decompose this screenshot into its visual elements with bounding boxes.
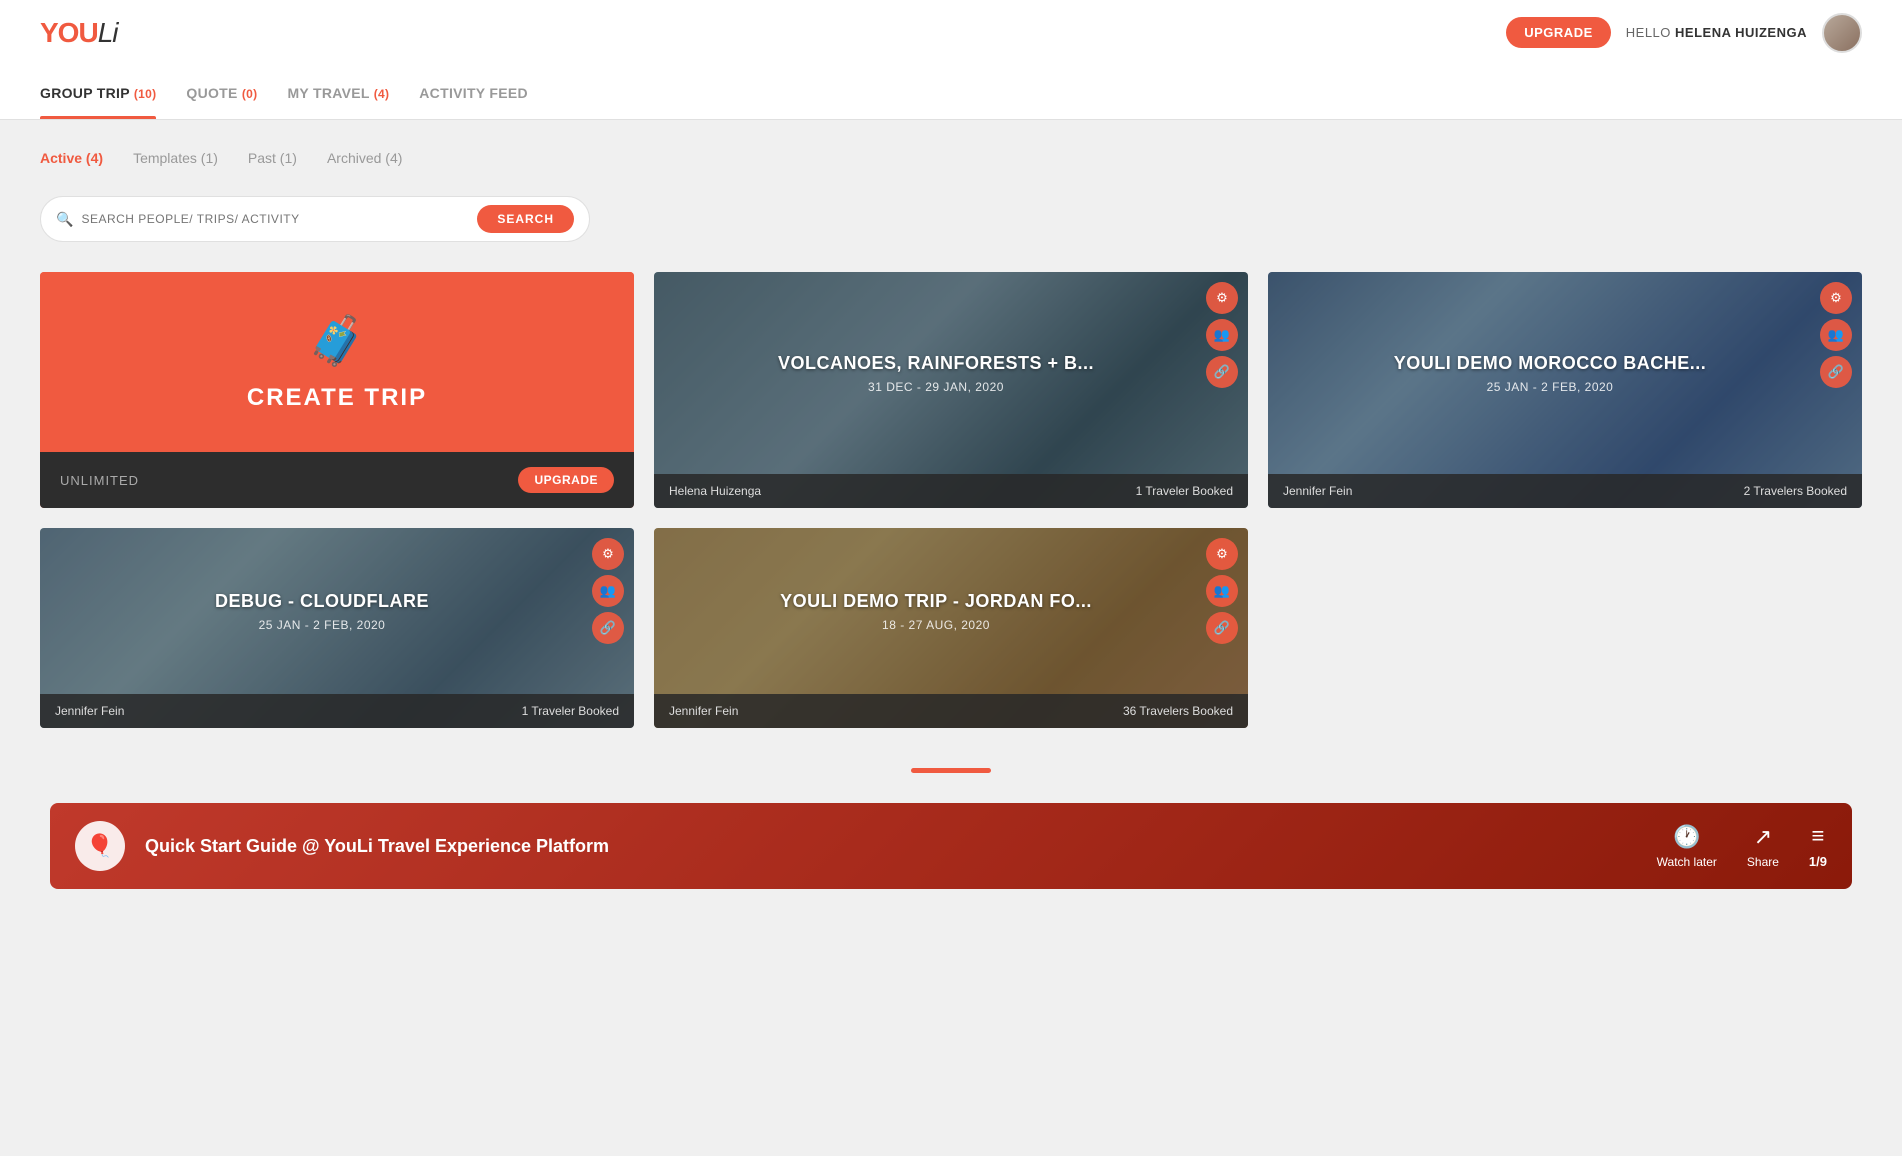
link-icon[interactable]: 🔗 — [1206, 612, 1238, 644]
share-button[interactable]: ↗ Share — [1747, 824, 1779, 869]
trip-title: VOLCANOES, RAINFORESTS + B... — [778, 353, 1094, 374]
people-icon[interactable]: 👥 — [1206, 319, 1238, 351]
trip-card-volcanoes[interactable]: ⚙ 👥 🔗 VOLCANOES, RAINFORESTS + B... 31 D… — [654, 272, 1248, 508]
trip-card-footer: Jennifer Fein 2 Travelers Booked — [1268, 474, 1862, 508]
video-count: ≡ 1/9 — [1809, 823, 1827, 869]
search-input[interactable] — [81, 212, 477, 226]
trip-travelers: 36 Travelers Booked — [1123, 704, 1233, 718]
trip-card-content: ⚙ 👥 🔗 DEBUG - CLOUDFLARE 25 JAN - 2 FEB,… — [40, 528, 634, 728]
header: YOULi UPGRADE HELLO HELENA HUIZENGA — [0, 0, 1902, 65]
trip-travelers: 1 Traveler Booked — [1136, 484, 1233, 498]
video-title: Quick Start Guide @ YouLi Travel Experie… — [145, 836, 1637, 857]
header-right: UPGRADE HELLO HELENA HUIZENGA — [1506, 13, 1862, 53]
trip-travelers: 2 Travelers Booked — [1744, 484, 1847, 498]
settings-icon[interactable]: ⚙ — [1206, 538, 1238, 570]
settings-icon[interactable]: ⚙ — [1820, 282, 1852, 314]
watch-later-button[interactable]: 🕐 Watch later — [1657, 824, 1717, 869]
watch-later-label: Watch later — [1657, 855, 1717, 869]
create-label: CREATE TRIP — [247, 384, 427, 412]
create-card-top: 🧳 CREATE TRIP — [40, 272, 634, 452]
sub-tabs: Active (4) Templates (1) Past (1) Archiv… — [40, 150, 1862, 171]
subtab-templates[interactable]: Templates (1) — [133, 150, 218, 171]
subtab-past[interactable]: Past (1) — [248, 150, 297, 171]
tab-quote[interactable]: QUOTE (0) — [186, 65, 287, 119]
create-card-bottom: UNLIMITED UPGRADE — [40, 452, 634, 508]
trip-card-actions: ⚙ 👥 🔗 — [1206, 538, 1238, 644]
trip-title: YOULI DEMO TRIP - JORDAN FO... — [780, 591, 1092, 612]
trip-organizer: Jennifer Fein — [669, 704, 738, 718]
scroll-dot — [911, 768, 991, 773]
main-nav: GROUP TRIP (10) QUOTE (0) MY TRAVEL (4) … — [0, 65, 1902, 120]
trip-card-actions: ⚙ 👥 🔗 — [592, 538, 624, 644]
trip-card-footer: Helena Huizenga 1 Traveler Booked — [654, 474, 1248, 508]
trip-organizer: Jennifer Fein — [55, 704, 124, 718]
trip-card-content: ⚙ 👥 🔗 VOLCANOES, RAINFORESTS + B... 31 D… — [654, 272, 1248, 508]
trip-card-info: VOLCANOES, RAINFORESTS + B... 31 DEC - 2… — [654, 272, 1248, 474]
trip-card-footer: Jennifer Fein 1 Traveler Booked — [40, 694, 634, 728]
trip-card-info: DEBUG - CLOUDFLARE 25 JAN - 2 FEB, 2020 — [40, 528, 634, 694]
trip-card-jordan[interactable]: ⚙ 👥 🔗 YOULI DEMO TRIP - JORDAN FO... 18 … — [654, 528, 1248, 728]
trip-card-cloudflare[interactable]: ⚙ 👥 🔗 DEBUG - CLOUDFLARE 25 JAN - 2 FEB,… — [40, 528, 634, 728]
video-count-label: 1/9 — [1809, 854, 1827, 869]
trip-dates: 25 JAN - 2 FEB, 2020 — [259, 618, 386, 632]
trip-card-actions: ⚙ 👥 🔗 — [1206, 282, 1238, 388]
trip-card-info: YOULI DEMO TRIP - JORDAN FO... 18 - 27 A… — [654, 528, 1248, 694]
link-icon[interactable]: 🔗 — [1820, 356, 1852, 388]
trip-card-actions: ⚙ 👥 🔗 — [1820, 282, 1852, 388]
content: Active (4) Templates (1) Past (1) Archiv… — [0, 120, 1902, 919]
share-label: Share — [1747, 855, 1779, 869]
unlimited-text: UNLIMITED — [60, 473, 139, 488]
video-bar[interactable]: 🎈 Quick Start Guide @ YouLi Travel Exper… — [50, 803, 1852, 889]
scroll-indicator — [40, 768, 1862, 773]
settings-icon[interactable]: ⚙ — [1206, 282, 1238, 314]
subtab-active[interactable]: Active (4) — [40, 150, 103, 171]
trip-title: YOULI DEMO MOROCCO BACHE... — [1394, 353, 1707, 374]
tab-group-trip[interactable]: GROUP TRIP (10) — [40, 65, 186, 119]
search-bar: 🔍 SEARCH — [40, 196, 590, 242]
trip-dates: 25 JAN - 2 FEB, 2020 — [1487, 380, 1614, 394]
list-icon: ≡ — [1812, 823, 1825, 849]
subtab-archived[interactable]: Archived (4) — [327, 150, 403, 171]
tab-activity-feed[interactable]: ACTIVITY FEED — [419, 65, 558, 119]
link-icon[interactable]: 🔗 — [1206, 356, 1238, 388]
avatar[interactable] — [1822, 13, 1862, 53]
clock-icon: 🕐 — [1673, 824, 1700, 850]
share-icon: ↗ — [1754, 824, 1772, 850]
people-icon[interactable]: 👥 — [1820, 319, 1852, 351]
trip-dates: 18 - 27 AUG, 2020 — [882, 618, 990, 632]
search-button[interactable]: SEARCH — [477, 205, 574, 233]
trip-card-content: ⚙ 👥 🔗 YOULI DEMO TRIP - JORDAN FO... 18 … — [654, 528, 1248, 728]
logo: YOULi — [40, 17, 117, 49]
link-icon[interactable]: 🔗 — [592, 612, 624, 644]
trip-title: DEBUG - CLOUDFLARE — [215, 591, 429, 612]
trip-card-morocco[interactable]: ⚙ 👥 🔗 YOULI DEMO MOROCCO BACHE... 25 JAN… — [1268, 272, 1862, 508]
main-nav-tabs: GROUP TRIP (10) QUOTE (0) MY TRAVEL (4) … — [40, 65, 1862, 119]
upgrade-button[interactable]: UPGRADE — [1506, 17, 1611, 48]
trip-organizer: Helena Huizenga — [669, 484, 761, 498]
video-actions: 🕐 Watch later ↗ Share ≡ 1/9 — [1657, 823, 1827, 869]
people-icon[interactable]: 👥 — [592, 575, 624, 607]
upgrade-small-button[interactable]: UPGRADE — [518, 467, 614, 493]
trip-travelers: 1 Traveler Booked — [522, 704, 619, 718]
trip-card-footer: Jennifer Fein 36 Travelers Booked — [654, 694, 1248, 728]
balloon-icon: 🎈 — [86, 833, 113, 859]
search-icon: 🔍 — [56, 211, 73, 228]
create-trip-card[interactable]: 🧳 CREATE TRIP UNLIMITED UPGRADE — [40, 272, 634, 508]
video-icon: 🎈 — [75, 821, 125, 871]
trip-card-content: ⚙ 👥 🔗 YOULI DEMO MOROCCO BACHE... 25 JAN… — [1268, 272, 1862, 508]
cards-grid: 🧳 CREATE TRIP UNLIMITED UPGRADE ⚙ 👥 🔗 VO… — [40, 272, 1862, 728]
tab-my-travel[interactable]: MY TRAVEL (4) — [287, 65, 419, 119]
trip-card-info: YOULI DEMO MOROCCO BACHE... 25 JAN - 2 F… — [1268, 272, 1862, 474]
people-icon[interactable]: 👥 — [1206, 575, 1238, 607]
hello-text: HELLO HELENA HUIZENGA — [1626, 25, 1807, 40]
luggage-icon: 🧳 — [307, 312, 367, 369]
trip-dates: 31 DEC - 29 JAN, 2020 — [868, 380, 1004, 394]
trip-organizer: Jennifer Fein — [1283, 484, 1352, 498]
settings-icon[interactable]: ⚙ — [592, 538, 624, 570]
